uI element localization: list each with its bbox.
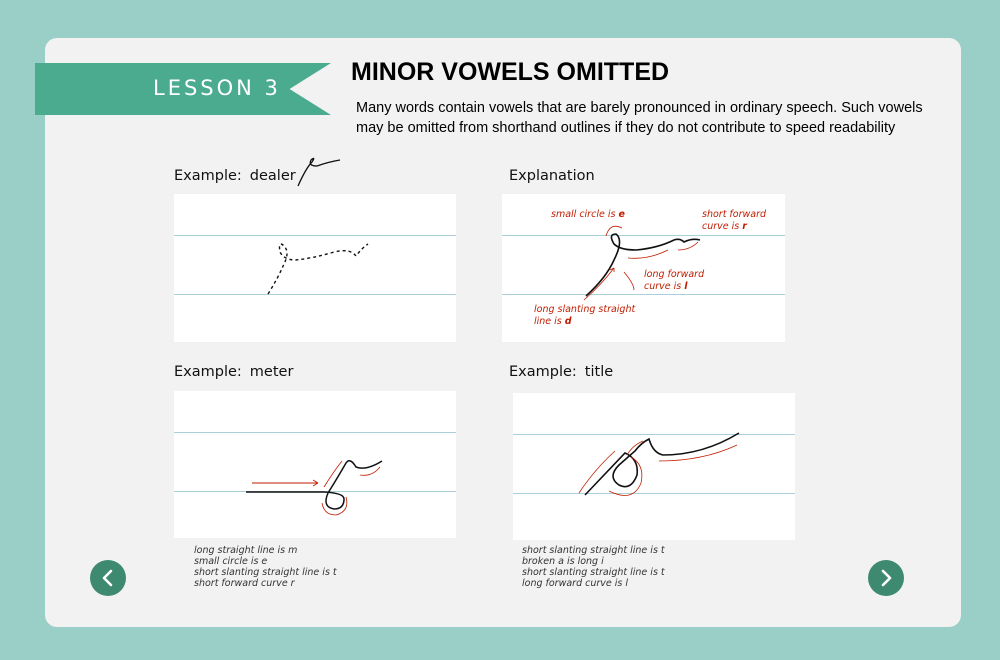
meter-outline-drawing [246,460,383,516]
note-item: short forward curve r [194,578,295,589]
annotation-circle: small circle is e [551,209,625,220]
lesson-ribbon: LESSON 3 [35,63,331,115]
prev-button[interactable] [90,560,126,596]
meter-panel [174,391,456,538]
example-prefix: Example: [174,168,242,184]
note-item: short slanting straight line is t [522,545,665,556]
dealer-outline-drawing [267,243,369,295]
explanation-panel: small circle is e short forward curve is … [502,194,785,342]
title-notes: short slanting straight line is t broken… [522,545,665,589]
dealer-panel [174,194,456,342]
example-word: title [584,364,614,380]
note-item: long straight line is m [194,545,298,556]
meter-notes: long straight line is m small circle is … [194,545,337,589]
note-item: broken a is long i [522,556,604,567]
title-panel [513,393,795,540]
dealer-outline-preview [297,157,341,187]
intro-text: Many words contain vowels that are barel… [356,100,923,136]
example-dealer-label: Example: dealer [174,168,296,184]
annotation-l: long forward curve is l [644,269,705,292]
note-item: long forward curve is l [522,578,629,589]
example-word: meter [249,364,294,380]
annotation-r: short forward curve is r [702,209,767,232]
note-item: small circle is e [194,556,268,567]
note-item: short slanting straight line is t [522,567,665,578]
example-word: dealer [249,168,296,184]
example-prefix: Example: [174,364,242,380]
chevron-left-icon [102,569,113,587]
title-outline-drawing [578,432,740,496]
example-title-label: Example: title [509,364,613,380]
next-button[interactable] [868,560,904,596]
note-item: short slanting straight line is t [194,567,337,578]
example-meter-label: Example: meter [174,364,293,380]
example-prefix: Example: [509,364,577,380]
lesson-label: LESSON 3 [153,76,281,100]
annotation-d: long slanting straight line is d [534,304,636,327]
chevron-right-icon [881,569,892,587]
explanation-heading: Explanation [509,168,595,184]
page-title: MINOR VOWELS OMITTED [351,58,670,86]
